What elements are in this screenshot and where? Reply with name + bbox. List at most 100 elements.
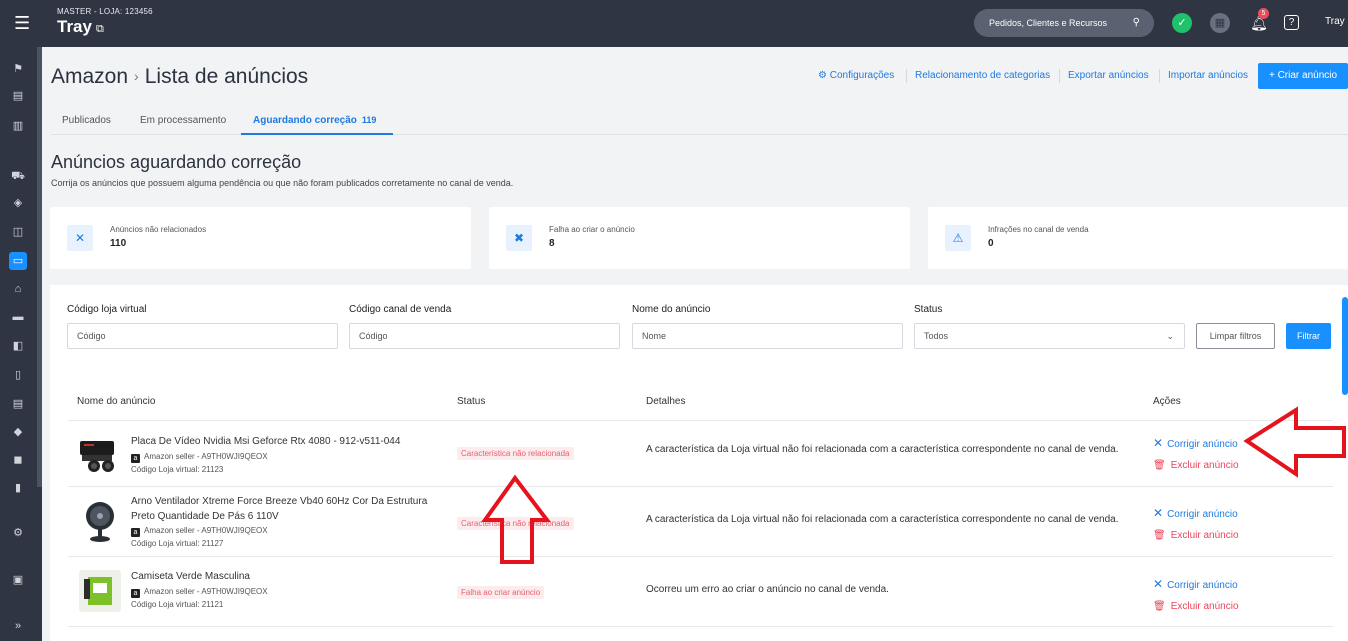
home-icon[interactable]: ⌂ — [9, 280, 27, 298]
amazon-icon: a — [131, 528, 140, 537]
table-row: Arno Ventilador Xtreme Force Breeze Vb40… — [68, 486, 1333, 556]
settings-icon[interactable]: ⚙ — [9, 524, 27, 542]
warning-icon: ⚠ — [945, 225, 971, 251]
flag-icon[interactable]: ⚑ — [9, 60, 27, 78]
seller-text: Amazon seller - A9TH0WJI9QEOX — [144, 452, 268, 461]
chat-icon[interactable]: ▣ — [9, 571, 27, 589]
create-listing-button[interactable]: + Criar anúncio — [1258, 63, 1348, 89]
summary-card[interactable]: ⚠ Infrações no canal de venda 0 — [928, 207, 1348, 269]
section-title: Anúncios aguardando correção — [51, 152, 302, 172]
global-search[interactable]: Pedidos, Clientes e Recursos ⚲ — [974, 9, 1154, 37]
name-filter-label: Nome do anúncio — [632, 304, 711, 315]
tab-awaiting-correction[interactable]: Aguardando correção 119 — [253, 115, 376, 126]
monitor-icon[interactable]: ▬ — [9, 308, 27, 326]
fix-listing-label: Corrigir anúncio — [1167, 580, 1238, 591]
delete-listing-label: Excluir anúncio — [1170, 530, 1239, 541]
breadcrumb-current: Lista de anúncios — [144, 65, 309, 88]
fix-listing-link[interactable]: ✕ Corrigir anúncio — [1153, 436, 1238, 450]
seller-text: Amazon seller - A9TH0WJI9QEOX — [144, 526, 268, 535]
breadcrumb-root[interactable]: Amazon — [51, 65, 128, 88]
seller-line: a Amazon seller - A9TH0WJI9QEOX — [131, 452, 268, 463]
export-link[interactable]: Exportar anúncios — [1068, 70, 1149, 81]
divider — [906, 69, 907, 83]
tab-published[interactable]: Publicados — [62, 115, 111, 126]
menu-icon[interactable]: ☰ — [14, 14, 32, 32]
box-icon[interactable]: ◆ — [9, 423, 27, 441]
expand-icon[interactable]: » — [9, 617, 27, 635]
seller-text: Amazon seller - A9TH0WJI9QEOX — [144, 587, 268, 596]
config-link-label: Configurações — [829, 70, 895, 81]
channel-filter-input[interactable]: Código — [349, 323, 620, 349]
page-title: Amazon › Lista de anúncios — [51, 65, 308, 89]
tools-icon: ✕ — [1153, 506, 1164, 520]
fix-listing-link[interactable]: ✕ Corrigir anúncio — [1153, 506, 1238, 520]
store-line: MASTER - LOJA: 123456 — [57, 7, 153, 16]
column-header-actions: Ações — [1153, 396, 1181, 407]
product-name[interactable]: Arno Ventilador Xtreme Force Breeze Vb40… — [131, 494, 441, 524]
amazon-icon: a — [131, 454, 140, 463]
cart-icon[interactable]: ⛟ — [9, 167, 27, 185]
user-menu[interactable]: Tray — [1325, 16, 1345, 27]
bank-icon[interactable]: ▦ — [1210, 13, 1230, 33]
import-link[interactable]: Importar anúncios — [1168, 70, 1248, 81]
layout-icon[interactable]: ◧ — [9, 337, 27, 355]
clear-filters-button[interactable]: Limpar filtros — [1196, 323, 1275, 349]
column-header-details: Detalhes — [646, 396, 686, 407]
check-status-icon[interactable]: ✓ — [1172, 13, 1192, 33]
tab-label: Aguardando correção — [253, 115, 357, 126]
close-icon: ✕ — [67, 225, 93, 251]
store-name-label: Tray — [57, 17, 92, 36]
mobile-icon[interactable]: ▯ — [9, 366, 27, 384]
card-label: Falha ao criar o anúncio — [549, 225, 635, 234]
notification-badge: 5 — [1258, 8, 1269, 19]
trash-icon: 🗑︎ — [1153, 601, 1166, 612]
column-header-name: Nome do anúncio — [77, 396, 156, 407]
seller-line: a Amazon seller - A9TH0WJI9QEOX — [131, 587, 268, 598]
card-value: 110 — [110, 238, 127, 249]
delete-listing-link[interactable]: 🗑︎ Excluir anúncio — [1153, 460, 1239, 471]
panel-scrollbar[interactable] — [1342, 297, 1348, 395]
gear-icon: ⚙ — [818, 70, 830, 81]
status-filter-select[interactable]: Todos ⌄ — [914, 323, 1185, 349]
graphics-card-image — [80, 441, 114, 472]
global-search-label: Pedidos, Clientes e Recursos — [989, 18, 1108, 28]
name-filter-input[interactable]: Nome — [632, 323, 903, 349]
shopping-bag-icon[interactable]: ◼ — [9, 451, 27, 469]
card-value: 8 — [549, 238, 555, 249]
store-name[interactable]: Tray ⧉ — [57, 17, 104, 37]
tools-icon: ✕ — [1153, 577, 1164, 591]
filter-button[interactable]: Filtrar — [1286, 323, 1331, 349]
marketplace-icon[interactable]: ▭ — [9, 252, 27, 270]
device-icon[interactable]: ▮ — [9, 479, 27, 497]
main-content: Amazon › Lista de anúncios ⚙ Configurações… — [42, 47, 1348, 641]
channel-filter-label: Código canal de venda — [349, 304, 452, 315]
tools-icon: ✖ — [506, 225, 532, 251]
row-details: A característica da Loja virtual não foi… — [646, 444, 1119, 455]
status-filter-value: Todos — [924, 331, 949, 341]
tab-processing[interactable]: Em processamento — [140, 115, 226, 126]
card-value: 0 — [988, 238, 994, 249]
fix-listing-link[interactable]: ✕ Corrigir anúncio — [1153, 577, 1238, 591]
tag-icon[interactable]: ◈ — [9, 194, 27, 212]
bag-icon[interactable]: ◫ — [9, 223, 27, 241]
section-subtitle: Corrija os anúncios que possuem alguma p… — [51, 178, 514, 188]
status-badge: Falha ao criar anúncio — [457, 586, 545, 599]
calendar-icon[interactable]: ▤ — [9, 87, 27, 105]
trash-icon: 🗑︎ — [1153, 530, 1166, 541]
document-icon[interactable]: ▤ — [9, 395, 27, 413]
product-name[interactable]: Placa De Vídeo Nvidia Msi Geforce Rtx 40… — [131, 434, 441, 449]
summary-card[interactable]: ✖ Falha ao criar o anúncio 8 — [489, 207, 910, 269]
delete-listing-label: Excluir anúncio — [1170, 601, 1239, 612]
delete-listing-link[interactable]: 🗑︎ Excluir anúncio — [1153, 601, 1239, 612]
bar-chart-icon[interactable]: ▥ — [9, 117, 27, 135]
categories-link[interactable]: Relacionamento de categorias — [915, 70, 1050, 81]
code-filter-input[interactable]: Código — [67, 323, 338, 349]
amazon-icon: a — [131, 589, 140, 598]
summary-card[interactable]: ✕ Anúncios não relacionados 110 — [50, 207, 471, 269]
listings-panel: Código loja virtual Código Código canal … — [50, 285, 1348, 641]
help-icon[interactable]: ? — [1284, 15, 1299, 30]
config-link[interactable]: ⚙ Configurações — [818, 70, 894, 81]
product-name[interactable]: Camiseta Verde Masculina — [131, 569, 441, 584]
card-label: Anúncios não relacionados — [110, 225, 207, 234]
delete-listing-link[interactable]: 🗑︎ Excluir anúncio — [1153, 530, 1239, 541]
